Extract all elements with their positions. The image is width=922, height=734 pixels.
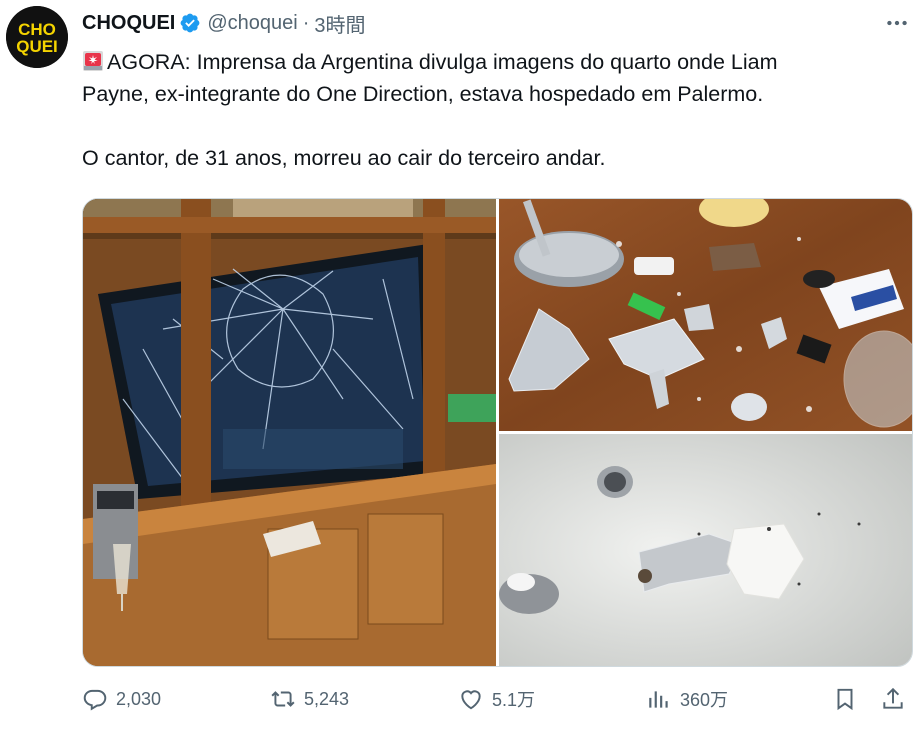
share-icon (883, 687, 903, 709)
avatar[interactable]: CHO QUEI (6, 6, 68, 68)
photo-table-items[interactable] (499, 199, 912, 431)
bookmark-icon (837, 688, 853, 711)
action-bar: 2,030 5,243 5.1万 360万 (82, 684, 912, 720)
tweet-text: AGORA: Imprensa da Argentina divulga ima… (82, 46, 902, 174)
views-button[interactable]: 360万 (646, 686, 728, 712)
reply-icon (83, 689, 107, 711)
tweet-header: CHOQUEI @choquei · 3時間 (82, 9, 366, 37)
retweet-button[interactable]: 5,243 (270, 686, 349, 712)
reply-count: 2,030 (116, 688, 162, 709)
choquei-logo: CHO QUEI (6, 6, 68, 68)
share-button[interactable] (880, 686, 906, 712)
analytics-icon (649, 691, 668, 708)
heart-icon (461, 690, 481, 710)
tweet-line-2: Payne, ex-integrante do One Direction, e… (82, 82, 764, 106)
photo-broken-tv[interactable] (83, 199, 496, 666)
bookmark-button[interactable] (832, 686, 858, 712)
media-grid (82, 198, 913, 667)
tweet-line-3: O cantor, de 31 anos, morreu ao cair do … (82, 146, 606, 170)
photo-bathtub[interactable] (499, 434, 912, 666)
like-count: 5.1万 (492, 690, 536, 710)
handle[interactable]: @choquei (207, 12, 297, 35)
timestamp[interactable]: 3時間 (314, 9, 365, 38)
siren-icon (83, 51, 103, 71)
verified-badge-icon (180, 13, 200, 33)
separator: · (302, 11, 310, 34)
svg-text:QUEI: QUEI (16, 37, 58, 56)
view-count: 360万 (680, 690, 729, 710)
retweet-count: 5,243 (304, 688, 350, 709)
tweet: CHO QUEI CHOQUEI @choquei · 3時間 AGORA: I… (0, 0, 922, 734)
retweet-icon (271, 691, 295, 707)
more-options-icon[interactable] (884, 10, 910, 36)
display-name[interactable]: CHOQUEI (82, 12, 175, 35)
reply-button[interactable]: 2,030 (82, 686, 161, 712)
tweet-line-1: AGORA: Imprensa da Argentina divulga ima… (82, 46, 902, 78)
like-button[interactable]: 5.1万 (458, 686, 535, 712)
